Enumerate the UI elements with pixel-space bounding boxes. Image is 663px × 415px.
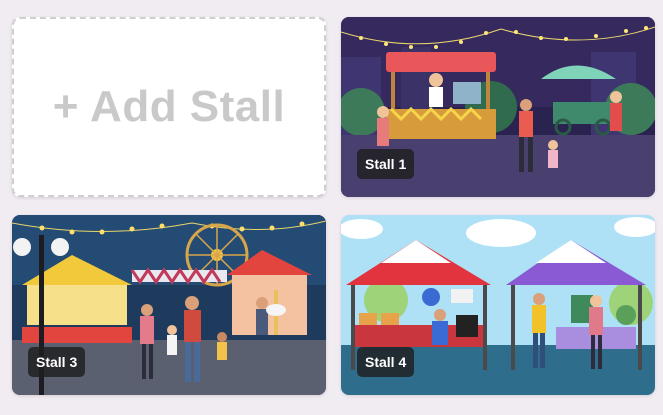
stall-card-4[interactable]: Stall 4: [341, 215, 655, 395]
stall-1-label: Stall 1: [357, 149, 415, 179]
stall-card-1[interactable]: Stall 1: [341, 17, 655, 197]
stall-3-label: Stall 3: [28, 347, 86, 377]
stall-4-label: Stall 4: [357, 347, 415, 377]
stall-grid: + Add Stall Stall 1 Stall 3 Stall 4: [12, 17, 655, 395]
stall-card-3[interactable]: Stall 3: [12, 215, 326, 395]
add-stall-label: + Add Stall: [52, 82, 286, 131]
add-stall-card[interactable]: + Add Stall: [12, 17, 326, 197]
